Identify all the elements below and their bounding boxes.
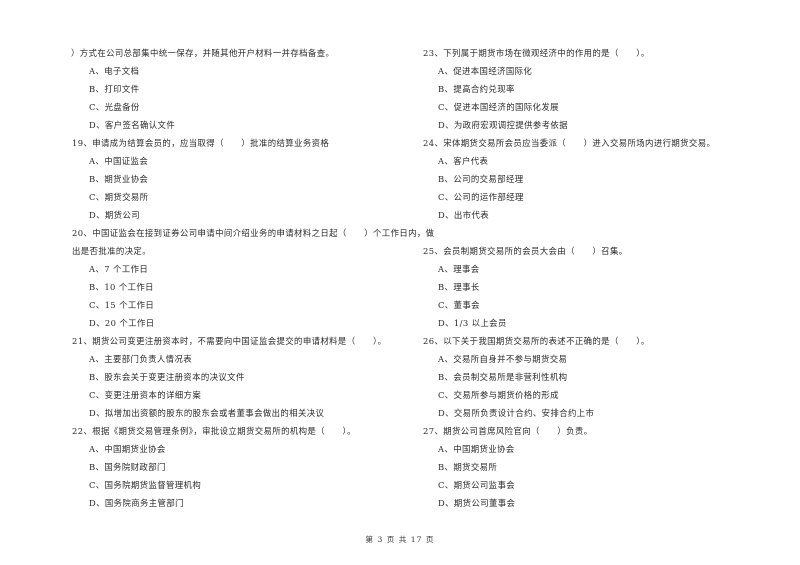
option-a: A、理事会 (438, 264, 480, 274)
option-d: D、出市代表 (438, 210, 489, 220)
option-d: D、交易所负责设计合约、安排合约上市 (438, 408, 595, 418)
option-b: B、打印文件 (89, 84, 140, 94)
question-19: 19、申请成为结算会员的，应当取得（ ）批准的结算业务资格 (72, 138, 330, 148)
option-c: C、变更注册资本的详细方案 (89, 390, 202, 400)
option-a: A、中国期货业协会 (438, 444, 515, 454)
option-a: A、电子文档 (89, 66, 140, 76)
option-a: A、交易所自身并不参与期货交易 (438, 354, 568, 364)
option-b: B、会员制交易所是非营利性机构 (438, 372, 568, 382)
option-d: D、国务院商务主管部门 (89, 498, 184, 508)
option-b: B、国务院财政部门 (89, 462, 166, 472)
option-b: B、期货交易所 (438, 462, 498, 472)
option-c: C、交易所参与期货价格的形成 (438, 390, 559, 400)
option-a: A、客户代表 (438, 156, 489, 166)
question-27: 27、期货公司首席风险官向（ ）负责。 (423, 426, 593, 436)
question-20-continuation: 出是否批准的决定。 (72, 246, 151, 256)
option-b: B、提高合约兑现率 (438, 84, 515, 94)
option-a: A、7 个工作日 (89, 264, 149, 274)
option-d: D、拟增加出资额的股东的股东会或者董事会做出的相关决议 (89, 408, 325, 418)
question-21: 21、期货公司变更注册资本时，不需要向中国证监会提交的申请材料是（ ）。 (72, 336, 387, 346)
exam-page: ）方式在公司总部集中统一保存，并随其他开户材料一并存档备查。 A、电子文档 B、… (0, 0, 800, 565)
question-22: 22、根据《期货交易管理条例》，审批设立期货交易所的机构是（ ）。 (72, 426, 356, 436)
option-c: C、董事会 (438, 300, 480, 310)
option-b: B、10 个工作日 (89, 282, 154, 292)
option-a: A、中国期货业协会 (89, 444, 166, 454)
option-b: B、理事长 (438, 282, 480, 292)
option-d: D、1/3 以上会员 (438, 318, 507, 328)
option-a: A、促进本国经济国际化 (438, 66, 533, 76)
option-a: A、主要部门负责人情况表 (89, 354, 192, 364)
question-20: 20、中国证监会在接到证券公司申请中间介绍业务的申请材料之日起（ ）个工作日内，… (72, 228, 435, 238)
option-c: C、光盘备份 (89, 102, 140, 112)
option-d: D、20 个工作日 (89, 318, 155, 328)
option-b: B、期货业协会 (89, 174, 149, 184)
option-d: D、期货公司董事会 (438, 498, 516, 508)
question-continuation-text: ）方式在公司总部集中统一保存，并随其他开户材料一并存档备查。 (71, 48, 335, 58)
option-c: C、期货公司监事会 (438, 480, 516, 490)
option-c: C、15 个工作日 (89, 300, 155, 310)
question-23: 23、下列属于期货市场在微观经济中的作用的是（ ）。 (423, 48, 650, 58)
option-c: C、公司的运作部经理 (438, 192, 524, 202)
question-26: 26、以下关于我国期货交易所的表述不正确的是（ ）。 (423, 336, 650, 346)
question-25: 25、会员制期货交易所的会员大会由（ ）召集。 (423, 246, 628, 256)
option-b: B、股东会关于变更注册资本的决议文件 (89, 372, 245, 382)
option-a: A、中国证监会 (89, 156, 149, 166)
question-24: 24、宋体期货交易所会员应当委派（ ）进入交易所场内进行期货交易。 (423, 138, 716, 148)
option-b: B、公司的交易部经理 (438, 174, 524, 184)
option-d: D、客户签名确认文件 (89, 120, 176, 130)
option-d: D、为政府宏观调控提供参考依据 (438, 120, 568, 130)
option-c: C、期货交易所 (89, 192, 149, 202)
option-c: C、促进本国经济的国际化发展 (438, 102, 559, 112)
page-number-footer: 第 3 页 共 17 页 (365, 535, 435, 544)
option-d: D、期货公司 (89, 210, 140, 220)
option-c: C、国务院期货监督管理机构 (89, 480, 202, 490)
